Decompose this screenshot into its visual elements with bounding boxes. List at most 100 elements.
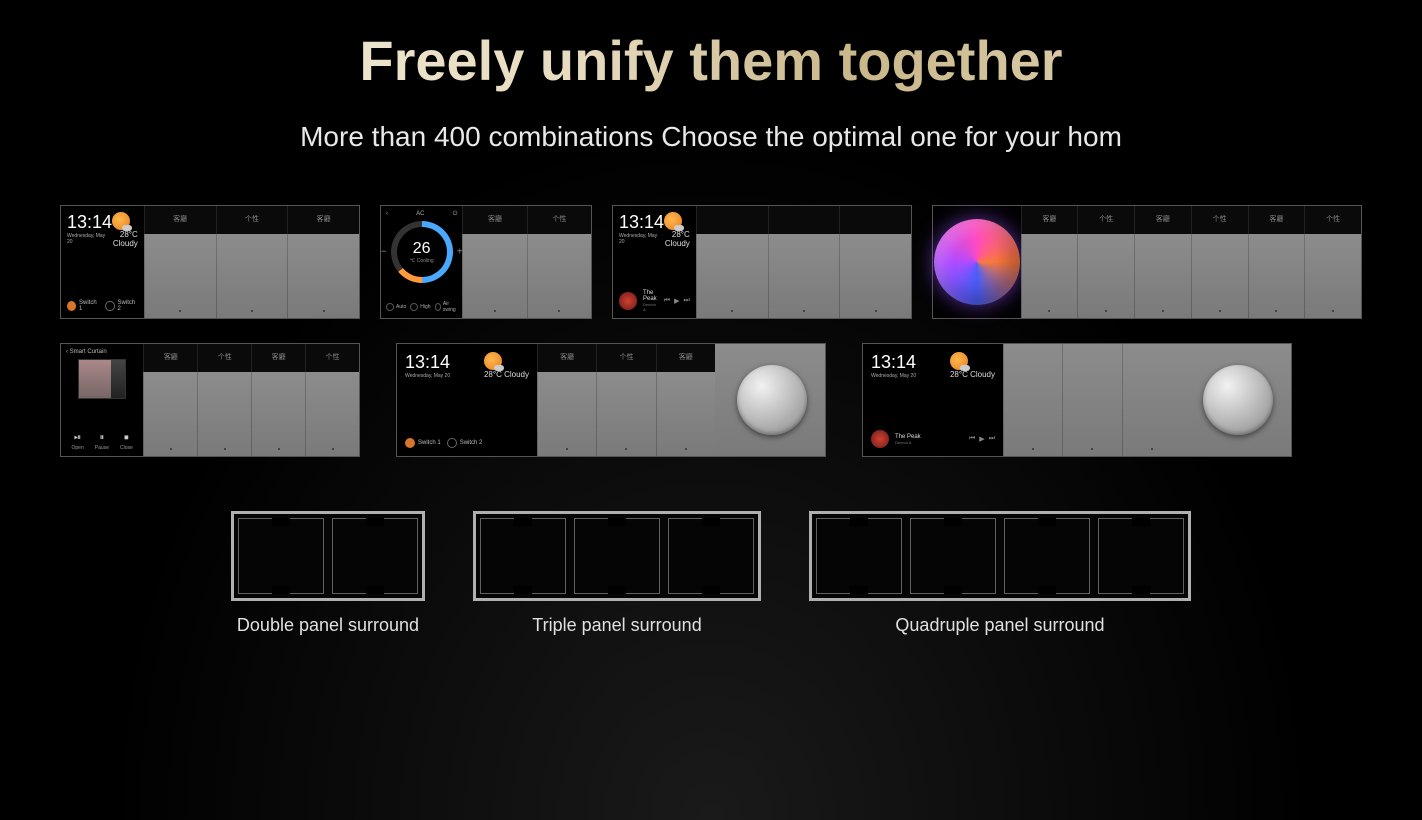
frame-slot <box>574 518 660 594</box>
switch-paddle[interactable] <box>1191 234 1248 318</box>
switch-paddle[interactable] <box>1003 344 1062 456</box>
switch-paddle[interactable] <box>144 234 216 318</box>
switch-label: 客廳 <box>1021 206 1078 234</box>
bulb-on-icon <box>67 301 76 311</box>
switch-paddle[interactable] <box>305 372 359 456</box>
rotary-knob[interactable] <box>737 365 807 435</box>
switch-paddle[interactable] <box>1134 234 1191 318</box>
frame-row: Double panel surround Triple panel surro… <box>0 511 1422 636</box>
switch-paddle[interactable] <box>527 234 591 318</box>
frame-slot <box>910 518 996 594</box>
prev-icon: ⏮ <box>969 435 975 443</box>
frame-slot <box>1098 518 1184 594</box>
ac-unit: ℃ Cooling <box>410 258 434 264</box>
switch-label: 客廳 <box>1134 206 1191 234</box>
panel-row-2: ‹ Smart Curtain ⏯Open ⏸Pause ⏹Close 客廳 个… <box>0 343 1422 457</box>
weather-icon <box>484 352 502 370</box>
frame-slot <box>668 518 754 594</box>
next-icon: ⏭ <box>989 435 995 443</box>
switch-paddle[interactable] <box>1062 344 1121 456</box>
frame-double-col: Double panel surround <box>231 511 425 636</box>
frame-slot <box>1004 518 1090 594</box>
curtain-pause: ⏸Pause <box>95 432 109 451</box>
ac-high: High <box>410 301 430 313</box>
switch-paddle[interactable] <box>839 234 911 318</box>
switch-label: 客廳 <box>287 206 359 234</box>
player-screen: 13:14 Wednesday, May 20 28°C Cloudy The … <box>613 206 696 318</box>
gradient-orb-icon <box>934 219 1020 305</box>
frame-triple <box>473 511 761 601</box>
switch-paddle[interactable] <box>216 234 288 318</box>
frame-quad <box>809 511 1191 601</box>
weather-icon <box>664 212 682 230</box>
panel-clock-knob: 13:14 Wednesday, May 20 28°C Cloudy Swit… <box>396 343 826 457</box>
frame-triple-col: Triple panel surround <box>473 511 761 636</box>
ac-swing: Air swing <box>435 301 458 313</box>
bulb-off-icon <box>447 438 457 448</box>
album-cover <box>619 292 637 310</box>
switch-paddle[interactable] <box>1122 344 1181 456</box>
play-icon: ▶ <box>674 297 679 305</box>
weather-icon <box>112 212 130 230</box>
switch1-indicator: Switch 1 <box>67 300 99 312</box>
switch-paddle[interactable] <box>1304 234 1361 318</box>
rotary-knob[interactable] <box>1203 365 1273 435</box>
date: Wednesday, May 20 <box>405 373 450 379</box>
temperature: 28°C Cloudy <box>112 230 138 248</box>
close-icon: ⏹ <box>124 432 129 443</box>
bulb-on-icon <box>405 438 415 448</box>
ac-auto: Auto <box>386 301 406 313</box>
switch-label: 客廳 <box>1248 206 1305 234</box>
switch1-indicator: Switch 1 <box>405 438 441 448</box>
plus-icon: + <box>457 247 463 258</box>
panel-player-3switch: 13:14 Wednesday, May 20 28°C Cloudy The … <box>612 205 912 319</box>
switch-label: 客廳 <box>462 206 526 234</box>
knob-module <box>1181 344 1291 456</box>
frame-quad-col: Quadruple panel surround <box>809 511 1191 636</box>
knob-module <box>715 344 825 456</box>
switch-label <box>839 206 911 234</box>
switch-label: 个性 <box>305 344 359 372</box>
switch-paddle[interactable] <box>462 234 526 318</box>
panel-ac-2switch: ‹AC⏻ − 26℃ Cooling + Auto High Air swing… <box>380 205 592 319</box>
switch-label: 个性 <box>197 344 251 372</box>
switch-paddle[interactable] <box>197 372 251 456</box>
time: 13:14 <box>405 352 450 373</box>
time: 13:14 <box>619 212 664 233</box>
clock-screen: 13:14 Wednesday, May 20 28°C Cloudy Swit… <box>61 206 144 318</box>
panel-player-knob: 13:14 Wednesday, May 20 28°C Cloudy The … <box>862 343 1292 457</box>
ac-back-icon: ‹ <box>386 211 388 218</box>
clock-screen: 13:14 Wednesday, May 20 28°C Cloudy Swit… <box>397 344 537 456</box>
ac-label: AC <box>416 211 424 218</box>
pause-icon: ⏸ <box>100 432 105 443</box>
switch2-indicator: Switch 2 <box>105 300 137 312</box>
subtitle: More than 400 combinations Choose the op… <box>0 121 1422 153</box>
temperature: 28°C Cloudy <box>484 370 529 379</box>
switch-paddle[interactable] <box>251 372 305 456</box>
switch-paddle[interactable] <box>537 372 596 456</box>
bulb-off-icon <box>105 301 114 311</box>
time: 13:14 <box>67 212 112 233</box>
frame-triple-label: Triple panel surround <box>532 615 701 636</box>
frame-slot <box>332 518 418 594</box>
switch-paddle[interactable] <box>1077 234 1134 318</box>
frame-double <box>231 511 425 601</box>
track-artist: Demon A <box>895 440 921 445</box>
album-cover <box>871 430 889 448</box>
switch-paddle[interactable] <box>596 372 655 456</box>
switch-label: 客廳 <box>656 344 715 372</box>
switch-paddle[interactable] <box>1248 234 1305 318</box>
switch-paddle[interactable] <box>143 372 197 456</box>
minus-icon: − <box>381 247 387 258</box>
play-icon: ▶ <box>979 435 984 443</box>
switch-paddle[interactable] <box>696 234 768 318</box>
switch-paddle[interactable] <box>768 234 840 318</box>
switch-paddle[interactable] <box>1021 234 1078 318</box>
switch2-indicator: Switch 2 <box>447 438 483 448</box>
frame-slot <box>816 518 902 594</box>
ac-value: 26 <box>413 240 431 258</box>
temp-gauge: − 26℃ Cooling + <box>391 221 453 283</box>
switch-paddle[interactable] <box>656 372 715 456</box>
switch-label <box>696 206 768 234</box>
switch-paddle[interactable] <box>287 234 359 318</box>
